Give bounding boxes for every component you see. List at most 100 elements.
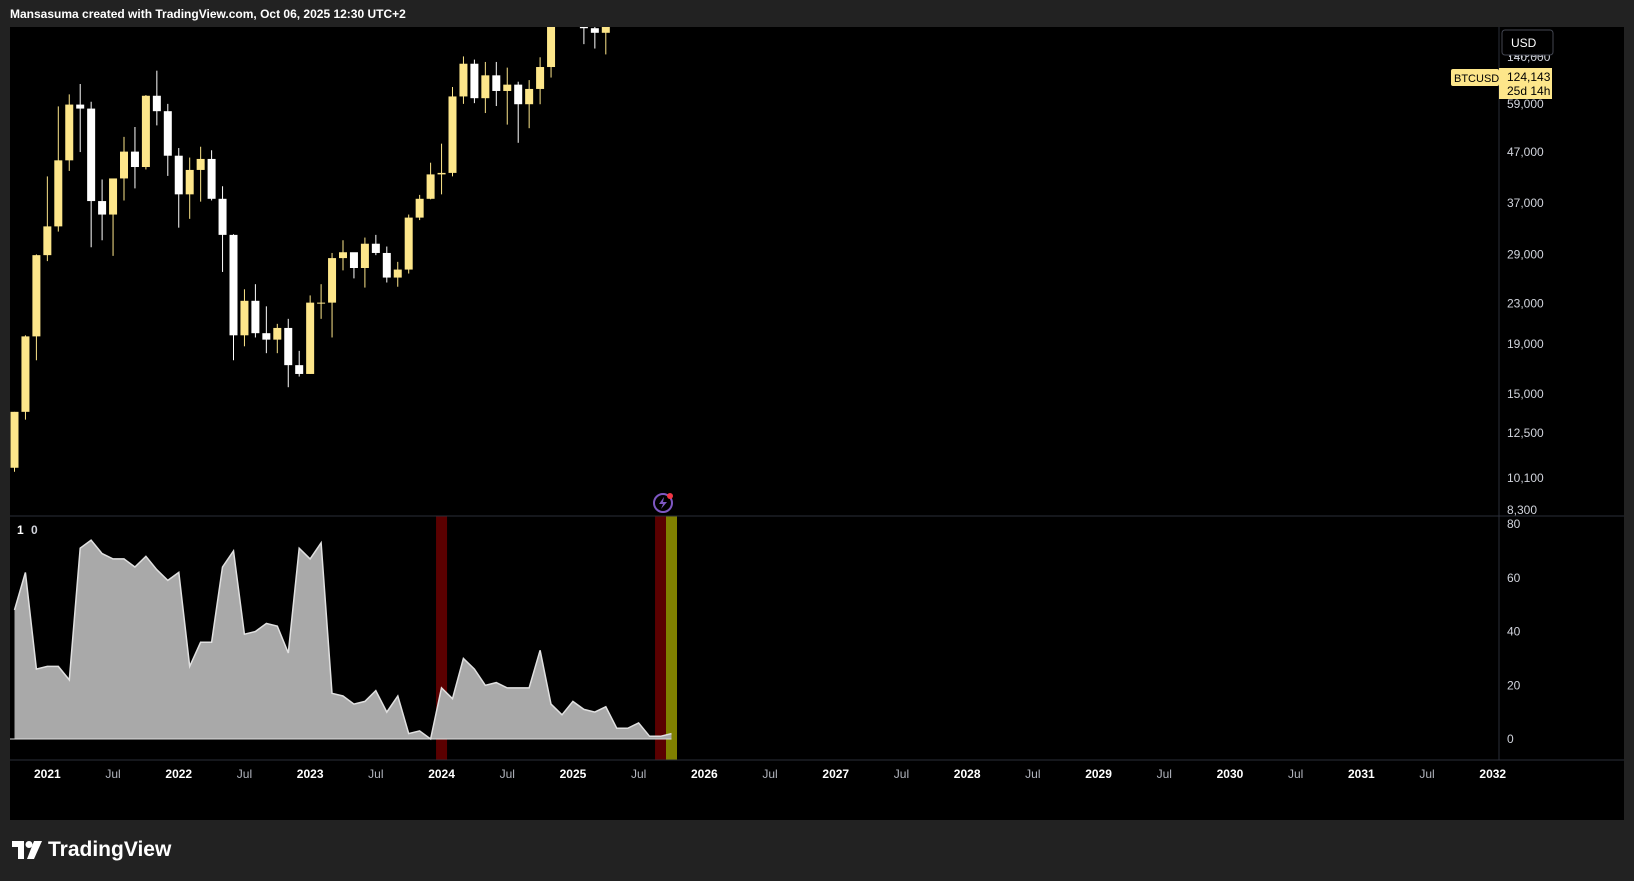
candle[interactable] — [426, 162, 435, 200]
candle[interactable] — [295, 350, 304, 377]
candle-body — [371, 243, 380, 253]
candle[interactable] — [371, 234, 380, 256]
candle[interactable] — [492, 61, 501, 107]
candle-body — [360, 243, 369, 269]
price-pane[interactable] — [10, 27, 687, 472]
candle[interactable] — [141, 95, 150, 170]
lightning-alert-icon[interactable] — [653, 493, 673, 513]
candle[interactable] — [328, 252, 337, 338]
chart-canvas[interactable]: 8,300 10,100 12,500 15,000 19,000 23,000 29,00… — [10, 27, 1624, 820]
time-axis-label: Jul — [500, 767, 515, 781]
candle[interactable] — [218, 186, 227, 272]
currency-button[interactable]: USD — [1501, 29, 1554, 56]
candle[interactable] — [404, 214, 413, 274]
price-axis-label: 8,300 — [1507, 503, 1537, 517]
time-axis-label: Jul — [894, 767, 909, 781]
candle-body — [163, 111, 172, 156]
time-axis-label: Jul — [237, 767, 252, 781]
time-axis-label: Jul — [368, 767, 383, 781]
candle-body — [295, 365, 304, 374]
candle[interactable] — [503, 67, 512, 125]
indicator-pane[interactable] — [10, 516, 677, 760]
candle[interactable] — [120, 136, 128, 201]
candle[interactable] — [393, 261, 402, 287]
candle[interactable] — [590, 27, 599, 49]
candle[interactable] — [10, 411, 19, 472]
legend-value-2: 0 — [31, 523, 38, 537]
candle[interactable] — [207, 150, 216, 201]
legend-value-1: 1 — [17, 523, 24, 537]
candle[interactable] — [65, 94, 74, 171]
time-axis-label: Jul — [762, 767, 777, 781]
candle-body — [10, 411, 19, 468]
candle[interactable] — [448, 86, 457, 177]
candle[interactable] — [525, 80, 534, 129]
candle[interactable] — [273, 323, 282, 354]
price-axis-label: 29,000 — [1507, 247, 1544, 261]
candle[interactable] — [76, 83, 85, 153]
candle-body — [459, 63, 468, 97]
time-axis-label: 2024 — [428, 767, 455, 781]
candle[interactable] — [98, 179, 107, 241]
candle[interactable] — [109, 178, 118, 256]
candle[interactable] — [32, 254, 41, 361]
candle[interactable] — [536, 57, 545, 105]
candle-body — [32, 255, 41, 337]
candle[interactable] — [21, 335, 30, 420]
candle[interactable] — [470, 59, 479, 104]
price-axis-label: 19,000 — [1507, 337, 1544, 351]
candle[interactable] — [547, 27, 556, 78]
tradingview-logo[interactable]: TradingView — [12, 838, 171, 862]
symbol-price-tag[interactable]: BTCUSD 124,143 25d 14h — [1451, 68, 1552, 99]
candle[interactable] — [360, 237, 369, 288]
candle-body — [240, 300, 249, 336]
candle-body — [426, 174, 435, 199]
time-axis[interactable]: 2021 Jul 2022 Jul 2023 Jul 2024 Jul 2025 Jul 2026 J… — [34, 767, 1506, 781]
price-axis-label: 23,000 — [1507, 297, 1544, 311]
time-axis-label: 2029 — [1085, 767, 1112, 781]
candle[interactable] — [185, 157, 194, 219]
price-axis[interactable]: 8,300 10,100 12,500 15,000 19,000 23,000 29,00… — [1507, 27, 1551, 517]
candle[interactable] — [601, 27, 610, 55]
candle[interactable] — [262, 306, 271, 354]
candle[interactable] — [437, 143, 446, 195]
candle[interactable] — [415, 194, 424, 221]
candle[interactable] — [579, 27, 588, 45]
candle[interactable] — [481, 61, 490, 114]
time-axis-label: Jul — [105, 767, 120, 781]
candle-body — [65, 104, 74, 161]
time-axis-label: 2025 — [560, 767, 587, 781]
candle-body — [601, 27, 610, 33]
candle[interactable] — [514, 81, 523, 143]
candle[interactable] — [251, 284, 260, 338]
candle-body — [174, 155, 183, 195]
candle[interactable] — [306, 295, 315, 374]
time-axis-label: 2023 — [297, 767, 324, 781]
candle[interactable] — [163, 103, 172, 176]
time-axis-label: 2026 — [691, 767, 718, 781]
candle[interactable] — [196, 146, 205, 202]
highlight-band — [655, 516, 667, 760]
chart-frame[interactable]: 8,300 10,100 12,500 15,000 19,000 23,000 29,00… — [10, 27, 1624, 820]
time-axis-label: 2031 — [1348, 767, 1375, 781]
candle[interactable] — [349, 252, 358, 279]
candle[interactable] — [317, 284, 326, 319]
candle[interactable] — [87, 101, 96, 248]
candle[interactable] — [339, 240, 347, 271]
candle[interactable] — [229, 234, 238, 361]
candle[interactable] — [152, 70, 161, 126]
candle[interactable] — [43, 176, 52, 262]
tradingview-brand: TradingView — [48, 838, 172, 861]
candle[interactable] — [284, 318, 293, 388]
candle[interactable] — [130, 126, 139, 189]
candle[interactable] — [382, 246, 391, 283]
candle-body — [284, 327, 293, 366]
candle-body — [130, 151, 139, 168]
candle-body — [98, 201, 107, 215]
candle[interactable] — [54, 106, 63, 232]
candle[interactable] — [174, 148, 183, 228]
candle[interactable] — [459, 56, 468, 104]
candle-body — [470, 63, 479, 99]
indicator-legend[interactable]: 1 0 — [17, 523, 38, 537]
candle[interactable] — [240, 289, 249, 347]
